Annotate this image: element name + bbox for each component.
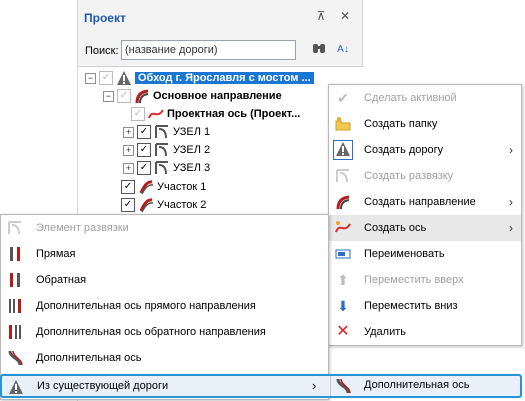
tree-root[interactable]: − ✓ Обход г. Ярославля с мостом ... [85, 69, 314, 87]
chevron-right-icon: › [509, 143, 513, 157]
section-icon [138, 179, 154, 195]
tree-item-direction[interactable]: − ✓ Основное направление [103, 87, 282, 105]
section-icon [138, 197, 154, 213]
chevron-right-icon: › [509, 221, 513, 235]
tree-item-node[interactable]: + ✓ УЗЕЛ 2 [123, 141, 210, 159]
forward-extra-axis-icon [7, 298, 23, 314]
node-icon [154, 124, 170, 140]
highlighted-row: Из существующей дороги › Дополнительная … [0, 374, 522, 398]
tree-item-axis[interactable]: ✓ Проектная ось (Проект... [131, 105, 300, 123]
tree-item-label: УЗЕЛ 3 [173, 162, 211, 174]
reverse-road-icon [7, 272, 23, 288]
menu-item-delete[interactable]: ✕ Удалить [329, 319, 521, 345]
folder-new-icon [335, 116, 351, 132]
menu-item-move-up[interactable]: ⬆ Переместить вверх [329, 267, 521, 293]
extra-axis-icon [335, 378, 351, 397]
delete-icon: ✕ [336, 323, 350, 340]
menu-item-move-down[interactable]: ⬇ Переместить вниз [329, 293, 521, 319]
tree-item-label: Участок 2 [157, 199, 207, 211]
tree-item-label: УЗЕЛ 1 [173, 126, 211, 138]
checkbox[interactable]: ✓ [137, 143, 151, 158]
menu-item-create-interchange[interactable]: Создать развязку [329, 163, 521, 189]
node-icon [154, 142, 170, 158]
close-icon[interactable]: ✕ [338, 9, 352, 23]
reverse-extra-axis-icon [7, 324, 23, 340]
checkbox[interactable]: ✓ [131, 107, 145, 122]
road-icon [333, 140, 353, 160]
binoculars-icon[interactable] [310, 40, 328, 60]
tree-item-label: Участок 1 [157, 181, 207, 193]
checkbox[interactable]: ✓ [137, 125, 151, 140]
rename-icon [335, 246, 351, 262]
tree-root-label: Обход г. Ярославля с мостом ... [135, 72, 314, 84]
menu-item-make-active[interactable]: ✔ Сделать активной [329, 85, 521, 111]
tree-item-section[interactable]: ✓ Участок 1 [121, 178, 206, 196]
search-label: Поиск: [85, 45, 119, 57]
pin-icon[interactable]: ⊼ [314, 9, 328, 23]
interchange-element-icon [7, 220, 23, 236]
menu-item-reverse[interactable]: Обратная [1, 267, 328, 293]
collapse-icon[interactable]: − [85, 72, 96, 84]
forward-road-icon [7, 246, 23, 262]
menu-item-create-direction[interactable]: Создать направление › [329, 189, 521, 215]
search-input[interactable] [121, 40, 296, 60]
axis-icon [335, 220, 351, 236]
tree-item-section[interactable]: ✓ Участок 2 [121, 196, 206, 214]
menu-item-forward-extra-axis[interactable]: Дополнительная ось прямого направления [1, 293, 328, 319]
interchange-icon [335, 168, 351, 184]
direction-icon [134, 88, 150, 104]
tree-item-node[interactable]: + ✓ УЗЕЛ 3 [123, 159, 210, 177]
road-icon [8, 379, 24, 398]
axis-icon [148, 106, 164, 122]
road-icon [116, 70, 132, 86]
sort-az-icon[interactable]: A↓ [334, 40, 352, 60]
extra-axis-icon [7, 350, 23, 366]
node-icon [154, 160, 170, 176]
chevron-right-icon: › [509, 195, 513, 209]
menu-item-interchange-element[interactable]: Элемент развязки [1, 215, 328, 241]
tree-item-label: Проектная ось (Проект... [167, 108, 301, 120]
menu-item-create-folder[interactable]: Создать папку [329, 111, 521, 137]
context-menu: ✔ Сделать активной Создать папку Создать… [328, 84, 522, 346]
checkbox[interactable]: ✓ [117, 89, 131, 104]
checkbox[interactable]: ✓ [121, 198, 135, 213]
menu-item-reverse-extra-axis[interactable]: Дополнительная ось обратного направления [1, 319, 328, 345]
menu-item-extra-axis[interactable]: Дополнительная ось [1, 345, 328, 371]
checkbox[interactable]: ✓ [137, 161, 151, 176]
checkbox[interactable]: ✓ [121, 180, 135, 195]
menu-item-create-road[interactable]: Создать дорогу › [329, 137, 521, 163]
check-icon: ✔ [337, 90, 349, 106]
tree-item-label: Основное направление [153, 90, 282, 102]
menu-item-submenu-extra-axis[interactable]: Дополнительная ось [330, 376, 520, 396]
panel-title: Проект [84, 11, 126, 25]
checkbox[interactable]: ✓ [99, 71, 113, 86]
tree-item-node[interactable]: + ✓ УЗЕЛ 1 [123, 123, 210, 141]
chevron-right-icon: › [312, 378, 317, 393]
arrow-down-icon: ⬇ [337, 298, 349, 314]
expand-icon[interactable]: + [123, 162, 134, 174]
tree-item-label: УЗЕЛ 2 [173, 144, 211, 156]
direction-icon [335, 194, 351, 210]
collapse-icon[interactable]: − [103, 90, 114, 102]
menu-item-from-existing-road[interactable]: Из существующей дороги › [6, 377, 326, 397]
arrow-up-icon: ⬆ [337, 272, 349, 288]
menu-item-create-axis[interactable]: Создать ось › [329, 215, 521, 241]
menu-item-forward[interactable]: Прямая [1, 241, 328, 267]
expand-icon[interactable]: + [123, 144, 134, 156]
submenu-create-axis: Элемент развязки Прямая Обратная Дополни… [0, 214, 329, 400]
expand-icon[interactable]: + [123, 126, 134, 138]
menu-item-rename[interactable]: Переименовать [329, 241, 521, 267]
